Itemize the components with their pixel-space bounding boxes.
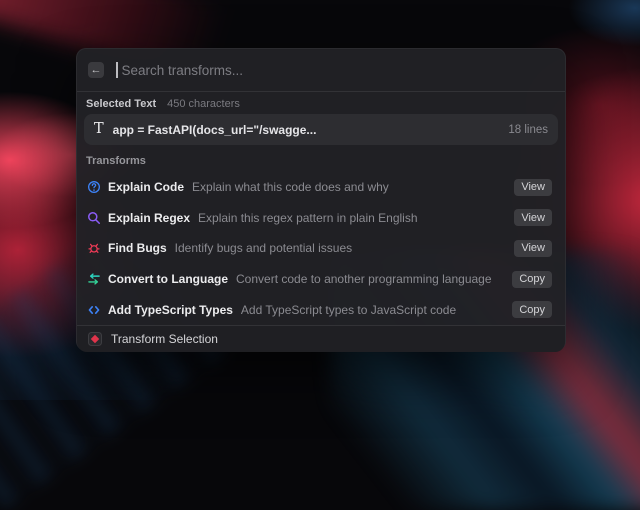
character-count: 450 characters: [167, 98, 240, 110]
transform-description: Explain this regex pattern in plain Engl…: [198, 211, 417, 225]
transforms-palette-window: ← Selected Text 450 characters T app = F…: [76, 48, 566, 351]
back-button[interactable]: ←: [88, 62, 104, 78]
view-button[interactable]: View: [514, 209, 552, 226]
footer-command-label: Transform Selection: [111, 332, 218, 346]
question-circle-icon: [87, 180, 101, 194]
palette-footer: Transform Selection: [77, 325, 565, 352]
transform-description: Convert code to another programming lang…: [236, 272, 492, 286]
code-brackets-icon: [87, 303, 101, 317]
transform-item-explain-regex[interactable]: Explain Regex Explain this regex pattern…: [84, 203, 558, 234]
bug-icon: [87, 241, 101, 255]
transform-description: Add TypeScript types to JavaScript code: [241, 303, 456, 317]
swap-arrows-icon: [87, 272, 101, 286]
transform-title: Explain Code: [108, 180, 184, 194]
transform-item-find-bugs[interactable]: Find Bugs Identify bugs and potential is…: [84, 233, 558, 264]
transforms-section-label: Transforms: [86, 155, 556, 167]
transform-item-explain-code[interactable]: Explain Code Explain what this code does…: [84, 172, 558, 203]
view-button[interactable]: View: [514, 240, 552, 257]
selected-text-card[interactable]: T app = FastAPI(docs_url="/swagge... 18 …: [84, 114, 558, 145]
transform-item-add-typescript-types[interactable]: Add TypeScript Types Add TypeScript type…: [84, 294, 558, 325]
transform-title: Find Bugs: [108, 241, 167, 255]
selected-text-label: Selected Text: [86, 98, 156, 110]
view-button[interactable]: View: [514, 179, 552, 196]
copy-button[interactable]: Copy: [512, 271, 552, 288]
transform-description: Identify bugs and potential issues: [175, 241, 352, 255]
text-caret: [116, 62, 118, 78]
transform-title: Add TypeScript Types: [108, 303, 233, 317]
magnifier-icon: [87, 211, 101, 225]
text-icon: T: [94, 122, 104, 137]
line-count: 18 lines: [508, 124, 548, 136]
extension-diamond-icon: [88, 332, 102, 346]
results-area: Selected Text 450 characters T app = Fas…: [77, 92, 565, 325]
transform-description: Explain what this code does and why: [192, 180, 389, 194]
code-preview: app = FastAPI(docs_url="/swagge...: [113, 123, 317, 137]
transforms-list: Explain Code Explain what this code does…: [84, 172, 558, 325]
transform-title: Explain Regex: [108, 211, 190, 225]
search-bar: ←: [77, 49, 565, 92]
transform-item-convert-to-language[interactable]: Convert to Language Convert code to anot…: [84, 264, 558, 295]
selected-text-section-header: Selected Text 450 characters: [86, 98, 556, 111]
search-input[interactable]: [120, 62, 555, 79]
transform-title: Convert to Language: [108, 272, 228, 286]
copy-button[interactable]: Copy: [512, 301, 552, 318]
